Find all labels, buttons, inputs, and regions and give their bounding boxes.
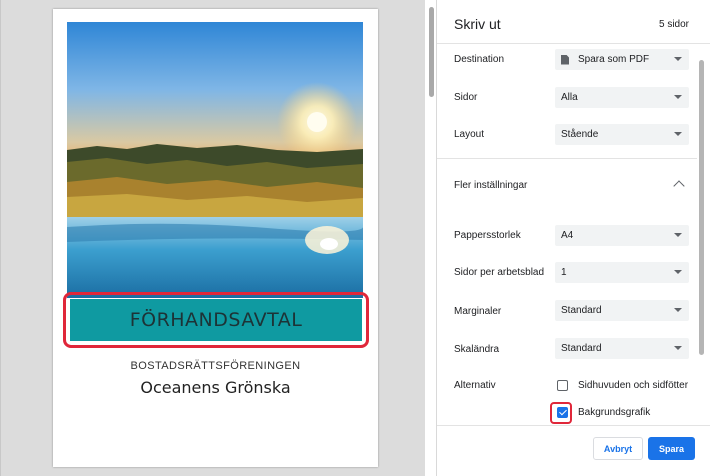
document-title: FÖRHANDSAVTAL <box>129 309 303 331</box>
scale-select[interactable]: Standard <box>555 338 689 359</box>
caret-down-icon <box>674 233 682 237</box>
caret-down-icon <box>674 308 682 312</box>
document-name: Oceanens Grönska <box>140 378 291 397</box>
section-divider <box>437 158 697 159</box>
layout-select[interactable]: Stående <box>555 124 689 145</box>
file-icon <box>561 54 569 65</box>
pages-value: Alla <box>561 92 578 103</box>
caret-down-icon <box>674 57 682 61</box>
panel-footer: Avbryt Spara <box>437 425 710 476</box>
margins-label: Marginaler <box>454 306 502 317</box>
destination-value: Spara som PDF <box>578 54 650 65</box>
panel-scrollbar[interactable] <box>699 60 704 355</box>
layout-value: Stående <box>561 129 599 140</box>
more-settings-toggle[interactable]: Fler inställningar <box>454 180 527 191</box>
margins-value: Standard <box>561 305 602 316</box>
caret-down-icon <box>674 132 682 136</box>
background-graphics-label[interactable]: Bakgrundsgrafik <box>578 407 650 418</box>
save-button[interactable]: Spara <box>648 437 695 460</box>
cancel-button[interactable]: Avbryt <box>593 437 643 460</box>
print-settings-panel: Skriv ut 5 sidor Destination Spara som P… <box>436 0 710 476</box>
document-subtitle: BOSTADSRÄTTSFÖRENINGEN <box>130 360 301 372</box>
pages-per-sheet-label: Sidor per arbetsblad <box>454 267 545 278</box>
page-count: 5 sidor <box>658 19 689 30</box>
pages-select[interactable]: Alla <box>555 87 689 108</box>
caret-down-icon <box>674 270 682 274</box>
pages-per-sheet-value: 1 <box>561 267 567 278</box>
preview-page: FÖRHANDSAVTAL BOSTADSRÄTTSFÖRENINGEN Oce… <box>53 9 378 467</box>
margins-select[interactable]: Standard <box>555 300 689 321</box>
paper-size-value: A4 <box>561 230 574 241</box>
destination-select[interactable]: Spara som PDF <box>555 49 689 70</box>
preview-scrollbar[interactable] <box>429 7 434 97</box>
scale-label: Skaländra <box>454 344 500 355</box>
caret-down-icon <box>674 95 682 99</box>
title-highlight-frame: FÖRHANDSAVTAL <box>63 292 369 348</box>
options-label: Alternativ <box>454 380 496 391</box>
cover-photo <box>67 22 363 298</box>
headers-footers-label[interactable]: Sidhuvuden och sidfötter <box>578 380 688 391</box>
headers-footers-checkbox[interactable] <box>557 380 568 391</box>
scale-value: Standard <box>561 343 602 354</box>
panel-title: Skriv ut <box>454 16 501 32</box>
print-preview-area: FÖRHANDSAVTAL BOSTADSRÄTTSFÖRENINGEN Oce… <box>0 0 425 476</box>
layout-label: Layout <box>454 129 485 140</box>
destination-label: Destination <box>454 54 505 65</box>
paper-size-label: Pappersstorlek <box>454 230 521 241</box>
pages-label: Sidor <box>454 92 478 103</box>
chevron-up-icon[interactable] <box>673 180 685 192</box>
caret-down-icon <box>674 346 682 350</box>
background-graphics-checkbox[interactable] <box>557 407 568 418</box>
panel-header: Skriv ut 5 sidor <box>437 0 710 44</box>
paper-size-select[interactable]: A4 <box>555 225 689 246</box>
pages-per-sheet-select[interactable]: 1 <box>555 262 689 283</box>
title-banner: FÖRHANDSAVTAL <box>70 299 362 341</box>
